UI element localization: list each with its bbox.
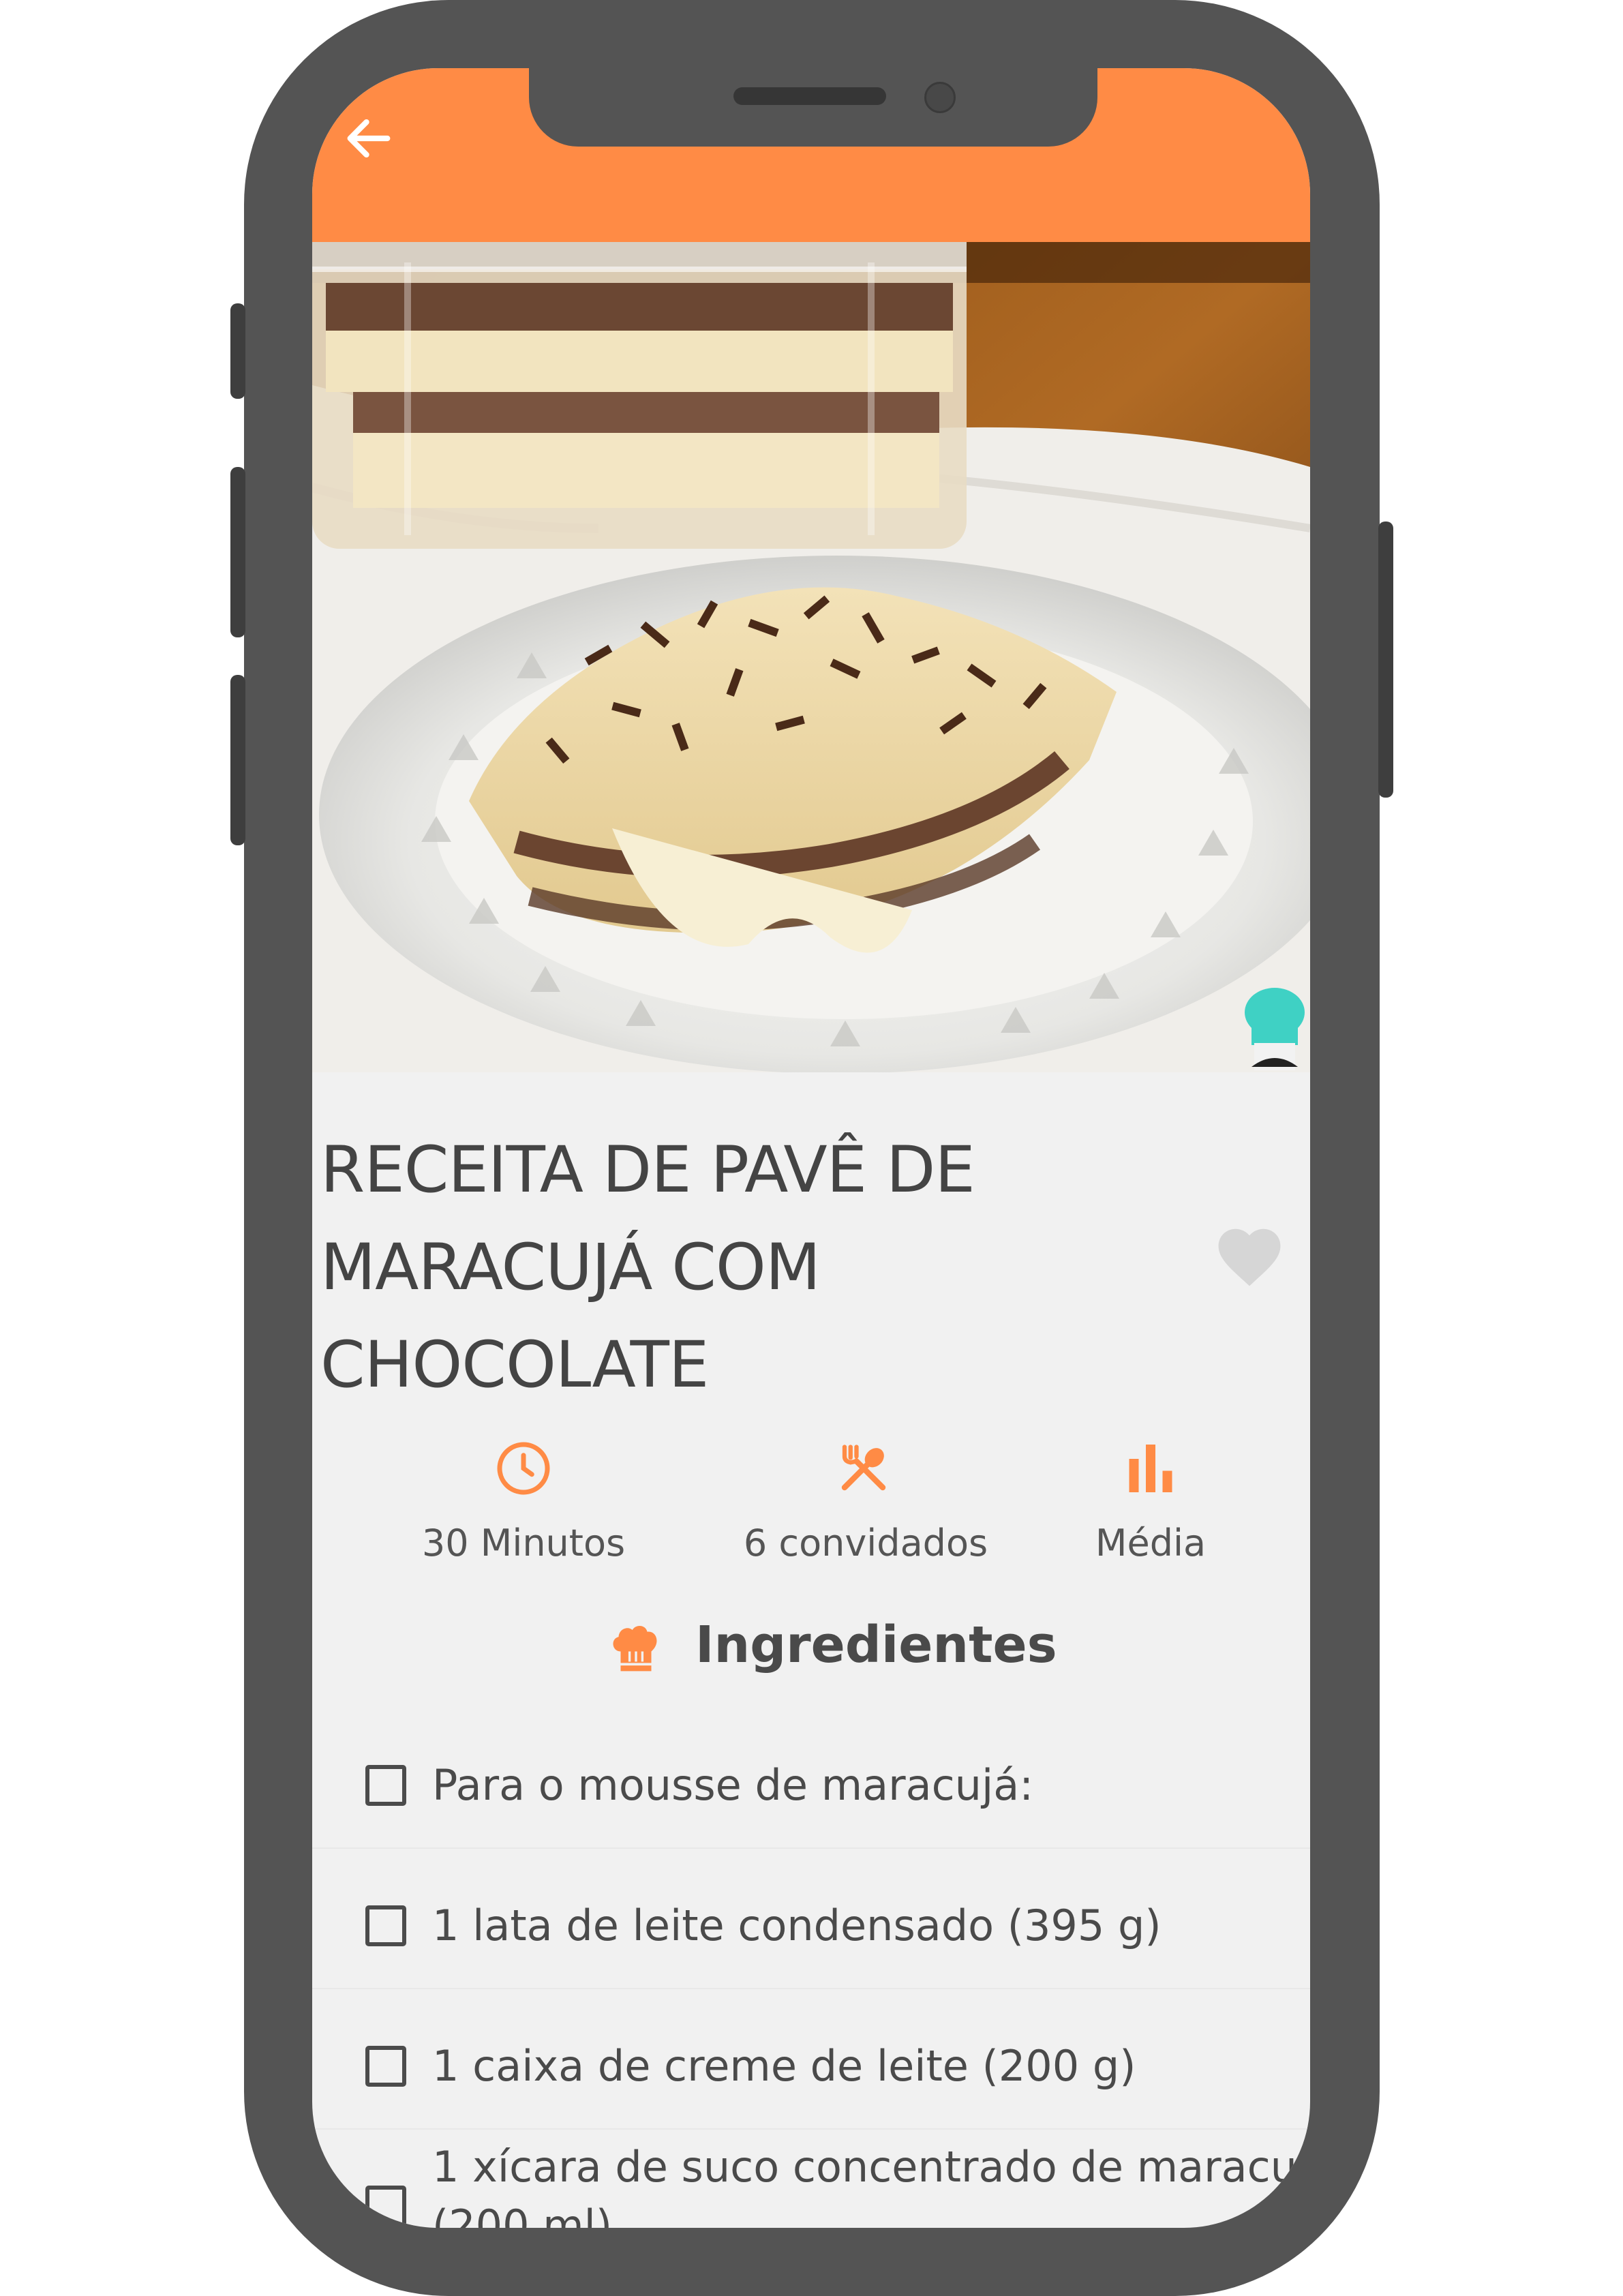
cook-time-label: 30 Minutos (421, 1522, 626, 1565)
ingredient-checkbox[interactable] (365, 1905, 406, 1946)
fork-spoon-icon (841, 1445, 886, 1491)
front-camera (924, 82, 956, 113)
ingredient-row: Para o mousse de maracujá: (312, 1707, 1310, 1849)
side-button-power (1378, 522, 1393, 798)
recipe-photo (312, 242, 1310, 1072)
ingredient-text: 1 caixa de creme de leite (200 g) (432, 2041, 1136, 2091)
ingredient-checkbox[interactable] (365, 1765, 406, 1806)
servings-label: 6 convidados (743, 1522, 988, 1565)
difficulty-label: Média (1095, 1522, 1207, 1565)
side-button-mute (230, 303, 245, 399)
chef-hat-icon (613, 1626, 657, 1672)
recipe-title: RECEITA DE PAVÊ DE MARACUJÁ COM CHOCOLAT… (320, 1133, 975, 1402)
ingredient-row: 1 xícara de suco concentrado de maracujá… (312, 2128, 1310, 2228)
arrow-left-icon[interactable] (341, 110, 397, 166)
ingredient-text: 1 xícara de suco concentrado de maracujá (432, 2142, 1310, 2192)
ingredient-text: 1 lata de leite condensado (395 g) (432, 1901, 1162, 1950)
ingredients-heading: Ingredientes (695, 1616, 1057, 1674)
ingredient-row: 1 caixa de creme de leite (200 g) (312, 1988, 1310, 2130)
ingredient-row: 1 lata de leite condensado (395 g) (312, 1847, 1310, 1989)
ingredient-text: Para o mousse de maracujá: (432, 1760, 1034, 1810)
side-button-volume-up (230, 467, 245, 637)
clock-icon (497, 1442, 550, 1495)
ingredient-text-continuation: (200 ml) (432, 2201, 613, 2228)
phone-notch (529, 68, 1097, 147)
heart-icon[interactable] (1212, 1220, 1287, 1288)
ingredient-checkbox[interactable] (365, 2046, 406, 2087)
speaker-grille (733, 87, 886, 105)
side-button-volume-down (230, 675, 245, 845)
phone-screen: RECEITA DE PAVÊ DE MARACUJÁ COM CHOCOLAT… (312, 68, 1310, 2228)
glass-dessert-cup (312, 242, 967, 549)
ingredient-checkbox[interactable] (365, 2186, 406, 2226)
bar-chart-icon (1129, 1445, 1172, 1492)
